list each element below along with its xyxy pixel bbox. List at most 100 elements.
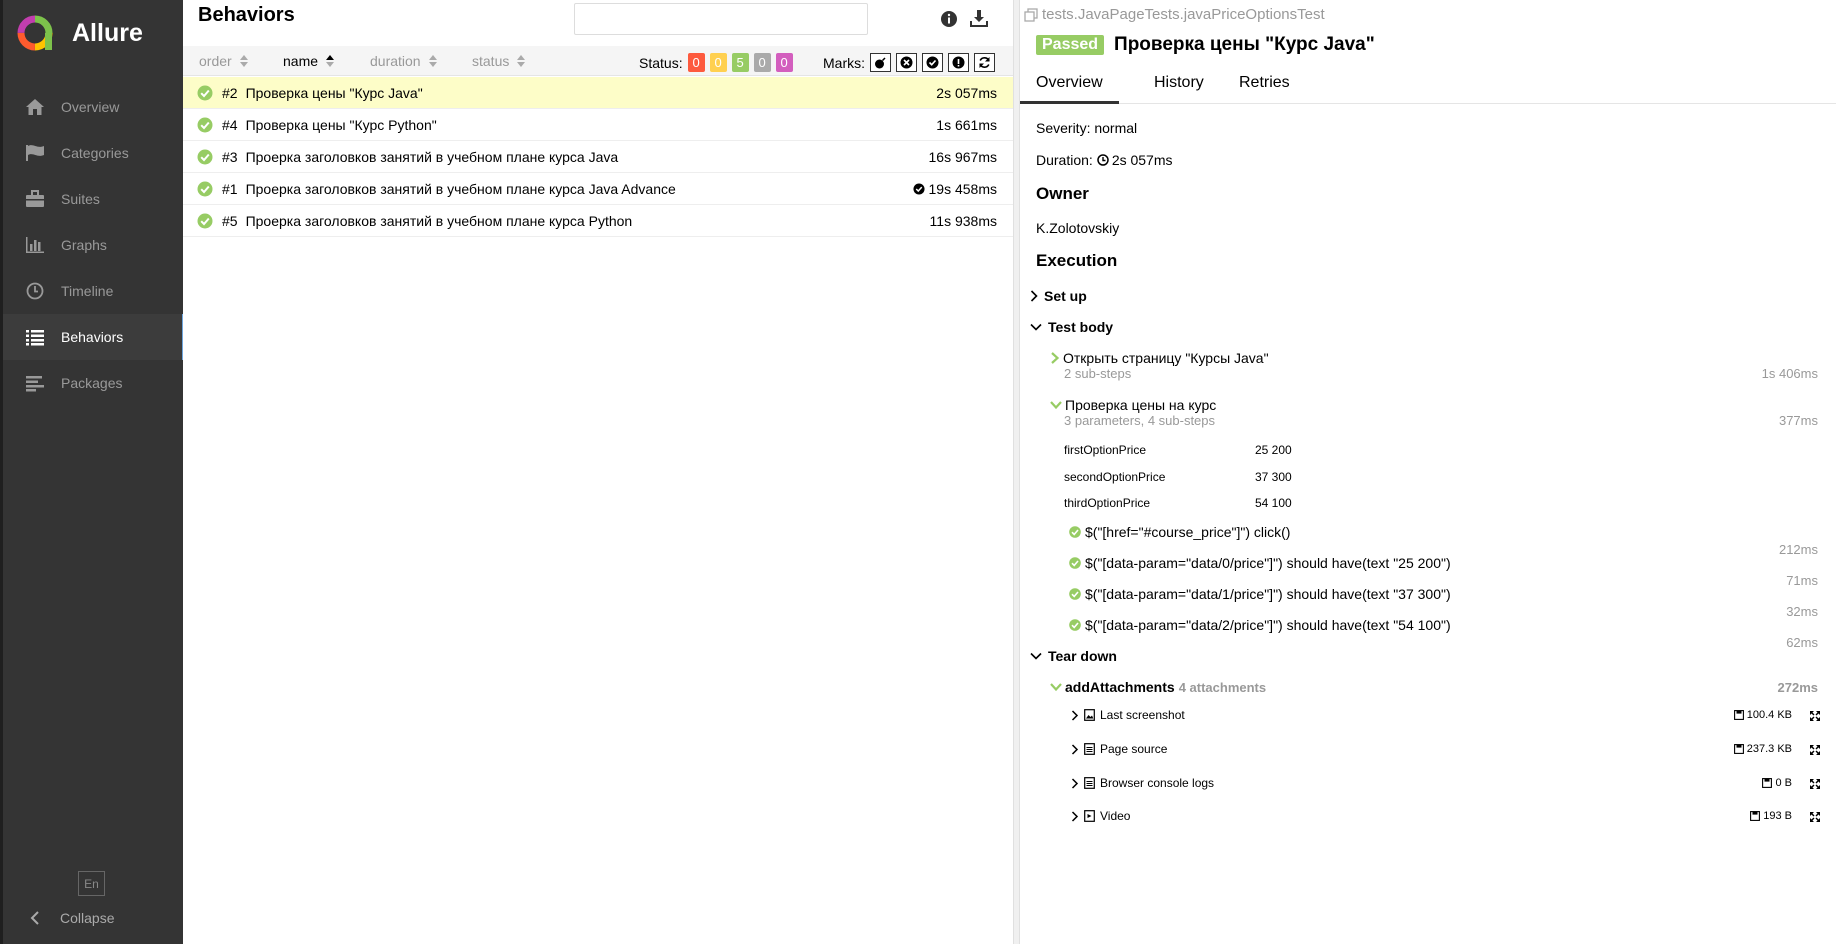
stage-label: Tear down	[1048, 648, 1117, 664]
row-number: #1	[222, 180, 238, 197]
page-title: Behaviors	[198, 4, 295, 26]
clock-icon	[1097, 154, 1109, 166]
marks-filter-label: Marks:	[823, 54, 865, 71]
sidebar-item-graphs[interactable]: Graphs	[3, 222, 183, 268]
times-circle-icon	[900, 56, 913, 69]
sort-order[interactable]: order	[199, 53, 248, 69]
sort-name[interactable]: name	[283, 53, 335, 69]
mark-retries-button[interactable]	[974, 53, 995, 72]
table-row[interactable]: #2 Проверка цены "Курс Java" 2s 057ms	[183, 77, 1013, 109]
row-duration-text: 16s 967ms	[928, 148, 997, 165]
sidebar-item-overview[interactable]: Overview	[3, 84, 183, 130]
sidebar-item-label: Overview	[61, 99, 120, 115]
sidebar-item-suites[interactable]: Suites	[3, 176, 183, 222]
row-name: Проерка заголовков занятий в учебном пла…	[245, 180, 676, 197]
flag-icon	[22, 143, 48, 163]
expand-icon[interactable]	[1809, 710, 1821, 722]
attachment-page-source[interactable]: Page source	[1071, 742, 1167, 756]
row-number: #4	[222, 116, 238, 133]
file-text-icon	[1084, 743, 1095, 755]
download-icon[interactable]	[969, 9, 989, 29]
expand-icon[interactable]	[1809, 778, 1821, 790]
test-title: Проверка цены "Курс Java"	[1114, 34, 1375, 55]
setup-stage[interactable]: Set up	[1030, 288, 1087, 304]
severity-field: Severity: normal	[1036, 120, 1138, 136]
substep[interactable]: $("[data-param="data/1/price"]") should …	[1069, 586, 1451, 602]
step-label: Проверка цены на курс	[1065, 397, 1217, 413]
row-number: #5	[222, 212, 238, 229]
home-icon	[22, 97, 48, 117]
file-text-icon	[1084, 777, 1095, 789]
attachment-size-text: 0 B	[1775, 777, 1792, 789]
table-row[interactable]: #4 Проверка цены "Курс Python" 1s 661ms	[183, 109, 1013, 141]
copy-icon[interactable]	[1024, 7, 1038, 22]
table-row[interactable]: #3 Проерка заголовков занятий в учебном …	[183, 141, 1013, 173]
substep-label: $("[href="#course_price"]") click()	[1085, 524, 1291, 540]
status-passed-badge[interactable]: 5	[731, 53, 749, 72]
sort-label: duration	[370, 53, 421, 69]
collapse-button[interactable]: Collapse	[28, 910, 114, 926]
table-row[interactable]: #1 Проерка заголовков занятий в учебном …	[183, 173, 1013, 205]
sort-status[interactable]: status	[472, 53, 526, 69]
table-row[interactable]: #5 Проерка заголовков занятий в учебном …	[183, 205, 1013, 237]
teardown-stage[interactable]: Tear down	[1030, 648, 1117, 664]
info-icon[interactable]	[939, 9, 959, 29]
param-name: secondOptionPrice	[1064, 470, 1166, 484]
sort-icon	[239, 55, 248, 67]
row-name: Проерка заголовков занятий в учебном пла…	[245, 212, 633, 229]
attachment-last-screenshot[interactable]: Last screenshot	[1071, 708, 1185, 722]
language-switch[interactable]: En	[78, 871, 105, 896]
mark-flaky-button[interactable]	[870, 53, 891, 72]
status-unknown-badge[interactable]: 0	[775, 53, 793, 72]
substep[interactable]: $("[data-param="data/2/price"]") should …	[1069, 617, 1451, 633]
chevron-right-icon	[1030, 290, 1038, 302]
status-skipped-badge[interactable]: 0	[753, 53, 771, 72]
brand[interactable]: Allure	[16, 14, 143, 52]
attachment-browser-console-logs[interactable]: Browser console logs	[1071, 776, 1214, 790]
step-open-page[interactable]: Открыть страницу "Курсы Java"	[1050, 350, 1269, 366]
refresh-icon	[979, 57, 990, 68]
status-broken-badge[interactable]: 0	[709, 53, 727, 72]
step-add-attachments[interactable]: addAttachments 4 attachments	[1050, 679, 1266, 695]
row-duration: 19s 458ms	[912, 181, 997, 197]
sidebar-item-label: Graphs	[61, 237, 107, 253]
clock-icon	[22, 281, 48, 301]
mark-new-broken-button[interactable]	[948, 53, 969, 72]
sort-label: status	[472, 53, 510, 69]
sort-duration[interactable]: duration	[370, 53, 437, 69]
check-circle-icon	[926, 56, 939, 69]
param-name: thirdOptionPrice	[1064, 496, 1151, 510]
mark-new-failed-button[interactable]	[896, 53, 917, 72]
tab-history[interactable]: History	[1138, 70, 1220, 104]
step-price-check[interactable]: Проверка цены на курс	[1050, 397, 1216, 413]
substep[interactable]: $("[data-param="data/0/price"]") should …	[1069, 555, 1451, 571]
mark-new-passed-button[interactable]	[922, 53, 943, 72]
expand-icon[interactable]	[1809, 744, 1821, 756]
substep[interactable]: $("[href="#course_price"]") click()	[1069, 524, 1290, 540]
attachment-video[interactable]: Video	[1071, 809, 1130, 823]
search-input[interactable]	[574, 3, 868, 35]
sidebar-item-categories[interactable]: Categories	[3, 130, 183, 176]
param-value: 37 300	[1255, 470, 1292, 484]
tab-retries[interactable]: Retries	[1223, 70, 1306, 104]
chevron-down-icon	[1050, 401, 1062, 410]
briefcase-icon	[22, 189, 48, 209]
expand-icon[interactable]	[1809, 811, 1821, 823]
passed-status-icon	[197, 181, 213, 196]
tab-overview[interactable]: Overview	[1020, 70, 1119, 104]
attachment-size: 237.3 KB	[1733, 743, 1792, 755]
stage-label: Set up	[1044, 288, 1087, 304]
status-filter: Status: 0 0 5 0 0	[639, 53, 793, 72]
status-failed-badge[interactable]: 0	[687, 53, 705, 72]
substep-duration: 71ms	[1786, 573, 1818, 588]
collapse-label: Collapse	[60, 910, 115, 926]
sidebar-item-behaviors[interactable]: Behaviors	[3, 314, 186, 360]
pane-splitter[interactable]	[1013, 0, 1020, 944]
test-body-stage[interactable]: Test body	[1030, 319, 1113, 335]
sidebar-item-timeline[interactable]: Timeline	[3, 268, 183, 314]
param-name: firstOptionPrice	[1064, 443, 1147, 457]
step-meta: 2 sub-steps	[1064, 366, 1132, 381]
sidebar-item-packages[interactable]: Packages	[3, 360, 183, 406]
sidebar-item-label: Suites	[61, 191, 100, 207]
substep-duration: 32ms	[1786, 604, 1818, 619]
